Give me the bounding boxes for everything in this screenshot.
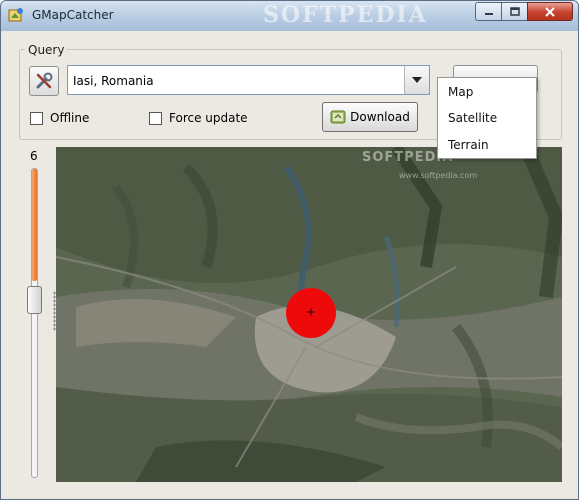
offline-checkbox[interactable]: Offline — [30, 111, 89, 125]
location-dropdown-button[interactable] — [404, 66, 429, 94]
zoom-slider-thumb[interactable] — [27, 286, 42, 314]
close-icon — [545, 6, 555, 17]
crosshair-icon: + — [306, 305, 317, 319]
download-label: Download — [350, 110, 410, 124]
watermark: SOFTPEDIA — [263, 2, 428, 28]
zoom-slider-fill — [32, 169, 37, 281]
force-update-checkbox-box[interactable] — [149, 111, 162, 125]
query-frame-label: Query — [25, 43, 68, 57]
force-update-checkbox[interactable]: Force update — [149, 111, 248, 125]
minimize-button[interactable] — [475, 2, 502, 21]
view-type-menu: Map Satellite Terrain — [437, 77, 537, 159]
zoom-level-label: 6 — [30, 149, 38, 163]
menu-item-map[interactable]: Map — [448, 85, 473, 99]
title-bar[interactable]: GMapCatcher SOFTPEDIA — [1, 1, 578, 31]
offline-checkbox-box[interactable] — [30, 111, 43, 125]
menu-item-satellite[interactable]: Satellite — [448, 111, 497, 125]
main-panel: Query Iasi, Romania Offline Force update — [8, 31, 571, 496]
map-watermark-url: www.softpedia.com — [399, 171, 478, 180]
download-icon — [330, 110, 346, 124]
download-button[interactable]: Download — [322, 102, 418, 132]
close-button[interactable] — [527, 2, 573, 21]
tools-icon — [36, 72, 53, 89]
chevron-down-icon — [412, 77, 422, 83]
offline-label[interactable]: Offline — [50, 111, 89, 125]
menu-item-terrain[interactable]: Terrain — [448, 138, 489, 152]
force-update-label[interactable]: Force update — [169, 111, 248, 125]
maximize-button[interactable] — [501, 2, 528, 21]
minimize-icon — [484, 12, 493, 15]
map-view[interactable]: SOFTPEDIA www.softpedia.com + — [56, 147, 562, 482]
app-window: GMapCatcher SOFTPEDIA Query Iasi, Romani… — [0, 0, 579, 500]
settings-button[interactable] — [29, 66, 59, 96]
location-combobox[interactable]: Iasi, Romania — [67, 65, 430, 95]
window-title: GMapCatcher — [32, 8, 114, 22]
app-icon — [8, 8, 23, 22]
maximize-icon — [509, 7, 520, 16]
location-input[interactable]: Iasi, Romania — [73, 74, 154, 88]
